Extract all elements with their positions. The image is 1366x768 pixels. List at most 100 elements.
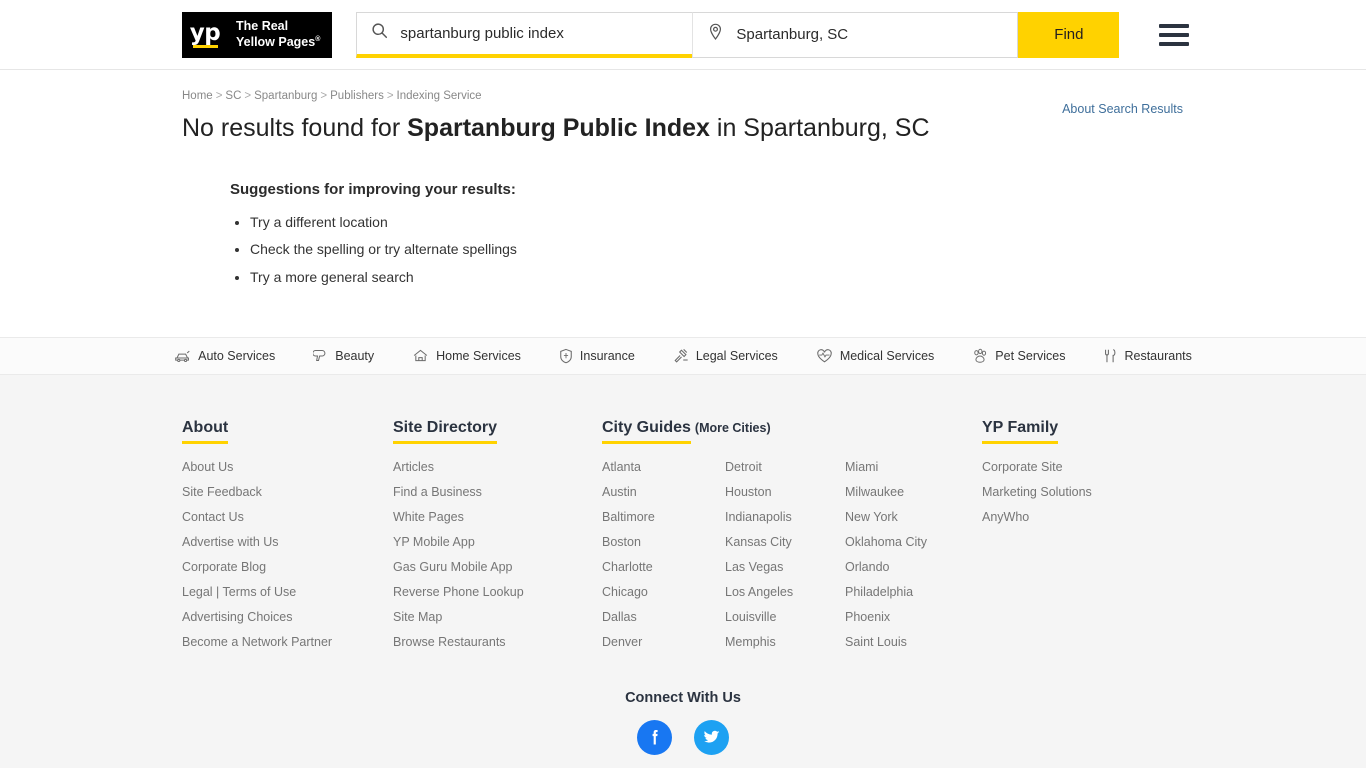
city-link-indianapolis[interactable]: Indianapolis (725, 510, 792, 524)
city-link-memphis[interactable]: Memphis (725, 635, 776, 649)
category-auto-services[interactable]: Auto Services (174, 348, 275, 363)
city-link-saint-louis[interactable]: Saint Louis (845, 635, 907, 649)
footer-link-corporate-site[interactable]: Corporate Site (982, 460, 1063, 474)
city-link-baltimore[interactable]: Baltimore (602, 510, 655, 524)
yp-logo[interactable]: yp The Real Yellow Pages® (182, 11, 333, 58)
list-item: Austin (602, 483, 725, 501)
city-link-oklahoma-city[interactable]: Oklahoma City (845, 535, 927, 549)
footer-link-corporate-blog[interactable]: Corporate Blog (182, 560, 266, 574)
city-link-chicago[interactable]: Chicago (602, 585, 648, 599)
list-item: Phoenix (845, 608, 927, 626)
about-search-results-link[interactable]: About Search Results (1062, 102, 1183, 116)
headline-prefix: No results found for (182, 114, 408, 142)
city-link-dallas[interactable]: Dallas (602, 610, 637, 624)
main-content: Home > SC > Spartanburg > Publishers > Indexing … (0, 70, 1366, 287)
city-link-miami[interactable]: Miami (845, 460, 878, 474)
footer-link-gas-guru-app[interactable]: Gas Guru Mobile App (393, 560, 513, 574)
heart-pulse-icon (816, 348, 833, 364)
twitter-icon[interactable] (694, 719, 729, 755)
list-item: Detroit (725, 458, 845, 476)
city-link-louisville[interactable]: Louisville (725, 610, 776, 624)
list-item: White Pages (393, 508, 602, 526)
footer-link-reverse-phone-lookup[interactable]: Reverse Phone Lookup (393, 585, 524, 599)
footer-link-site-map[interactable]: Site Map (393, 610, 442, 624)
category-beauty[interactable]: Beauty (313, 348, 374, 363)
footer-columns: About About Us Site Feedback Contact Us … (0, 419, 1366, 658)
city-link-orlando[interactable]: Orlando (845, 560, 889, 574)
city-link-philadelphia[interactable]: Philadelphia (845, 585, 913, 599)
list-item: Become a Network Partner (182, 633, 393, 651)
city-link-milwaukee[interactable]: Milwaukee (845, 485, 904, 499)
find-button[interactable]: Find (1018, 11, 1120, 58)
more-cities-link[interactable]: (More Cities) (695, 421, 771, 435)
footer-link-anywho[interactable]: AnyWho (982, 510, 1029, 524)
list-item: Reverse Phone Lookup (393, 583, 602, 601)
footer-link-browse-restaurants[interactable]: Browse Restaurants (393, 635, 506, 649)
category-home-services[interactable]: Home Services (412, 348, 521, 363)
breadcrumb-separator: > (320, 90, 328, 102)
breadcrumb-item-indexing-service[interactable]: Indexing Service (397, 90, 482, 102)
footer-link-contact-us[interactable]: Contact Us (182, 510, 244, 524)
breadcrumb-item-sc[interactable]: SC (225, 90, 241, 102)
category-label: Insurance (579, 348, 635, 363)
city-link-austin[interactable]: Austin (602, 485, 637, 499)
footer-column-yp-family: YP Family Corporate Site Marketing Solut… (982, 419, 1182, 658)
breadcrumb-item-home[interactable]: Home (182, 90, 213, 102)
location-input[interactable] (734, 25, 1004, 44)
city-link-new-york[interactable]: New York (845, 510, 898, 524)
query-field-wrapper[interactable] (356, 11, 693, 58)
hamburger-menu-icon[interactable] (1159, 23, 1190, 46)
breadcrumb-item-spartanburg[interactable]: Spartanburg (254, 90, 317, 102)
breadcrumb-separator: > (244, 90, 252, 102)
headline-query: Spartanburg Public Index (407, 114, 710, 142)
list-item: Corporate Blog (182, 558, 393, 576)
list-item: Site Map (393, 608, 602, 626)
footer-link-articles[interactable]: Articles (393, 460, 434, 474)
yp-logo-tagline-line2: Yellow Pages (236, 35, 316, 50)
list-item: About Us (182, 458, 393, 476)
hamburger-line-2 (1159, 32, 1190, 37)
footer-link-advertise-with-us[interactable]: Advertise with Us (182, 535, 279, 549)
list-item: Indianapolis (725, 508, 845, 526)
city-link-denver[interactable]: Denver (602, 635, 642, 649)
footer-link-yp-mobile-app[interactable]: YP Mobile App (393, 535, 475, 549)
list-item: Miami (845, 458, 927, 476)
location-field-wrapper[interactable] (692, 11, 1019, 58)
category-legal-services[interactable]: Legal Services (673, 348, 778, 364)
search-input[interactable] (398, 23, 679, 43)
footer-heading-site-directory: Site Directory (393, 419, 498, 444)
category-restaurants[interactable]: Restaurants (1103, 348, 1192, 364)
footer-link-marketing-solutions[interactable]: Marketing Solutions (982, 485, 1092, 499)
footer-link-find-a-business[interactable]: Find a Business (393, 485, 482, 499)
footer-link-legal-terms[interactable]: Legal | Terms of Use (182, 585, 296, 599)
list-item: Site Feedback (182, 483, 393, 501)
city-link-phoenix[interactable]: Phoenix (845, 610, 890, 624)
city-link-detroit[interactable]: Detroit (725, 460, 762, 474)
list-item: Denver (602, 633, 725, 651)
category-medical-services[interactable]: Medical Services (816, 348, 934, 364)
breadcrumb-item-publishers[interactable]: Publishers (330, 90, 384, 102)
footer-link-advertising-choices[interactable]: Advertising Choices (182, 610, 292, 624)
hamburger-line-3 (1159, 41, 1190, 46)
city-link-charlotte[interactable]: Charlotte (602, 560, 653, 574)
list-item: Articles (393, 458, 602, 476)
headline-suffix: in Spartanburg, SC (709, 114, 930, 142)
footer-link-network-partner[interactable]: Become a Network Partner (182, 635, 332, 649)
city-link-houston[interactable]: Houston (725, 485, 772, 499)
footer-link-about-us[interactable]: About Us (182, 460, 233, 474)
footer-link-white-pages[interactable]: White Pages (393, 510, 464, 524)
city-link-kansas-city[interactable]: Kansas City (725, 535, 792, 549)
footer-column-about: About About Us Site Feedback Contact Us … (182, 419, 393, 658)
footer-heading-city-guides: City Guides (602, 419, 691, 444)
facebook-icon[interactable] (637, 719, 672, 755)
city-link-las-vegas[interactable]: Las Vegas (725, 560, 783, 574)
footer-link-site-feedback[interactable]: Site Feedback (182, 485, 262, 499)
city-link-atlanta[interactable]: Atlanta (602, 460, 641, 474)
paw-icon (972, 348, 988, 364)
city-link-los-angeles[interactable]: Los Angeles (725, 585, 793, 599)
car-icon (174, 348, 191, 363)
city-link-boston[interactable]: Boston (602, 535, 641, 549)
category-insurance[interactable]: Insurance (559, 348, 635, 364)
list-item: Advertise with Us (182, 533, 393, 551)
category-pet-services[interactable]: Pet Services (972, 348, 1065, 364)
